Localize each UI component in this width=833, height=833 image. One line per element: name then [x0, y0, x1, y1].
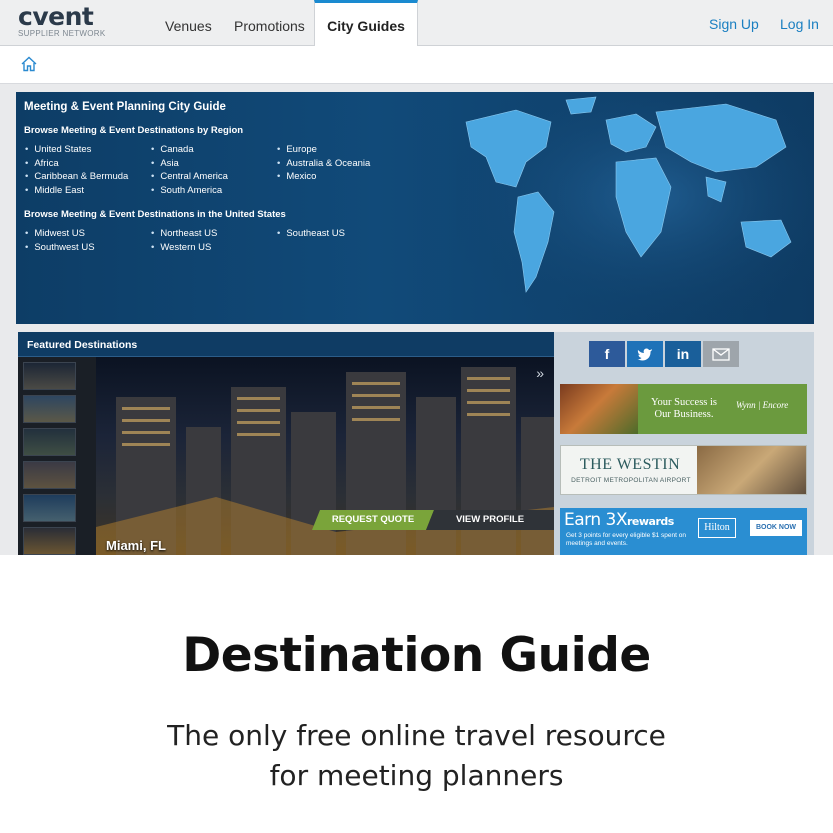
- featured-header: Featured Destinations: [18, 332, 554, 357]
- region-link[interactable]: United States: [25, 143, 128, 157]
- destination-photo[interactable]: » REQUEST QUOTE VIEW PROFILE Miami, FL: [96, 357, 554, 555]
- world-map: [456, 92, 814, 324]
- region-list: Europe Australia & Oceania Mexico: [277, 143, 370, 184]
- book-now-button[interactable]: BOOK NOW: [750, 520, 802, 536]
- us-region-link[interactable]: Northeast US: [151, 227, 217, 241]
- tagline-line: for meeting planners: [269, 759, 564, 792]
- double-chevron-right-icon[interactable]: »: [536, 365, 544, 381]
- twitter-icon[interactable]: [627, 341, 663, 367]
- app-screenshot: cvent SUPPLIER NETWORK Venues Promotions…: [0, 0, 833, 555]
- us-region-link[interactable]: Southeast US: [277, 227, 345, 241]
- wynn-ad[interactable]: Your Success is Our Business. Wynn | Enc…: [560, 384, 807, 434]
- us-region-link[interactable]: Midwest US: [25, 227, 95, 241]
- destination-thumbnail[interactable]: [23, 527, 76, 555]
- destination-thumbnail[interactable]: [23, 362, 76, 390]
- region-list: United States Africa Caribbean & Bermuda…: [25, 143, 128, 197]
- ad-fine-print: Get 3 points for every eligible $1 spent…: [566, 532, 686, 547]
- tab-promotions[interactable]: Promotions: [234, 0, 305, 46]
- tagline-line: The only free online travel resource: [167, 719, 666, 752]
- destination-name: Miami, FL: [106, 538, 166, 553]
- region-link[interactable]: Europe: [277, 143, 370, 157]
- tagline: The only free online travel resource for…: [0, 716, 833, 796]
- region-list: Canada Asia Central America South Americ…: [151, 143, 228, 197]
- tab-venues[interactable]: Venues: [165, 0, 212, 46]
- ad-brand: THE WESTIN: [579, 456, 681, 473]
- linkedin-icon[interactable]: in: [665, 341, 701, 367]
- headline: Destination Guide: [182, 628, 651, 683]
- ad-headline: Earn 3Xrewards: [564, 510, 674, 530]
- destination-thumbnail[interactable]: [23, 395, 76, 423]
- us-region-link[interactable]: Western US: [151, 241, 217, 255]
- region-link[interactable]: Caribbean & Bermuda: [25, 170, 128, 184]
- logo-subtitle: SUPPLIER NETWORK: [18, 29, 106, 38]
- region-link[interactable]: Middle East: [25, 184, 128, 198]
- sign-up-link[interactable]: Sign Up: [709, 0, 759, 48]
- sidebar: f in Your Success is Our Business. Wynn …: [554, 332, 814, 555]
- ad-image: [697, 446, 806, 494]
- ad-location: DETROIT METROPOLITAN AIRPORT: [571, 477, 691, 484]
- region-link[interactable]: Africa: [25, 157, 128, 171]
- hilton-logo: Hilton: [698, 518, 736, 538]
- top-nav: cvent SUPPLIER NETWORK Venues Promotions…: [0, 0, 833, 48]
- thumbnail-strip: [18, 357, 96, 555]
- region-link[interactable]: Mexico: [277, 170, 370, 184]
- us-region-list: Midwest US Southwest US: [25, 227, 95, 255]
- us-region-link[interactable]: Southwest US: [25, 241, 94, 255]
- us-heading: Browse Meeting & Event Destinations in t…: [24, 209, 286, 220]
- facebook-icon[interactable]: f: [589, 341, 625, 367]
- ad-brand: Wynn | Encore: [736, 400, 789, 410]
- ad-earn: Earn 3X: [564, 510, 628, 530]
- us-region-list: Southeast US: [277, 227, 345, 241]
- region-heading: Browse Meeting & Event Destinations by R…: [24, 125, 244, 136]
- region-link[interactable]: Asia: [151, 157, 228, 171]
- hero-title: Meeting & Event Planning City Guide: [24, 101, 226, 113]
- featured-title: Featured Destinations: [27, 339, 138, 351]
- logo-word: cvent: [18, 2, 94, 31]
- region-link[interactable]: Central America: [151, 170, 228, 184]
- region-link[interactable]: Canada: [151, 143, 228, 157]
- request-quote-button[interactable]: REQUEST QUOTE: [312, 510, 434, 530]
- cvent-logo[interactable]: cvent SUPPLIER NETWORK: [18, 2, 106, 39]
- region-link[interactable]: South America: [151, 184, 228, 198]
- breadcrumb: [0, 46, 833, 84]
- mail-icon[interactable]: [703, 341, 739, 367]
- tab-city-guides[interactable]: City Guides: [314, 0, 418, 47]
- ad-rewards: rewards: [627, 515, 674, 528]
- ad-image: [560, 384, 638, 434]
- log-in-link[interactable]: Log In: [780, 0, 819, 48]
- region-link[interactable]: Australia & Oceania: [277, 157, 370, 171]
- hilton-ad[interactable]: Earn 3Xrewards Get 3 points for every el…: [560, 508, 807, 555]
- destination-thumbnail[interactable]: [23, 461, 76, 489]
- us-region-list: Northeast US Western US: [151, 227, 217, 254]
- city-guide-hero: Meeting & Event Planning City Guide Brow…: [16, 92, 814, 324]
- ad-slogan: Your Success is Our Business.: [650, 397, 718, 420]
- destination-thumbnail[interactable]: [23, 494, 76, 522]
- destination-thumbnail[interactable]: [23, 428, 76, 456]
- home-icon[interactable]: [20, 55, 38, 73]
- view-profile-button[interactable]: VIEW PROFILE: [426, 510, 554, 530]
- featured-destinations: Featured Destinations » REQUEST QUOTE VI…: [18, 332, 554, 555]
- westin-ad[interactable]: THE WESTIN DETROIT METROPOLITAN AIRPORT: [560, 445, 807, 495]
